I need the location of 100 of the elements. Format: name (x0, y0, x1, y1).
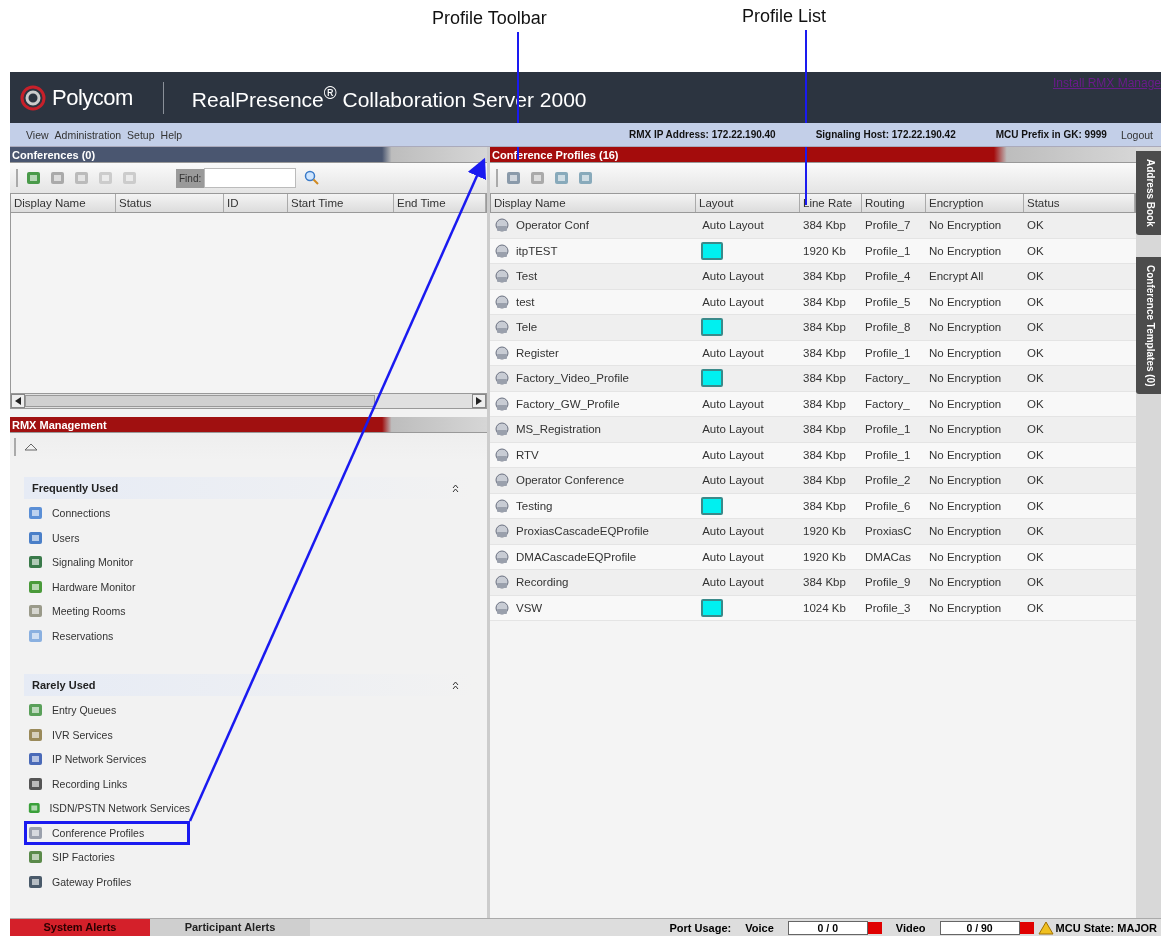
table-cell-text: Auto Layout (701, 346, 765, 359)
table-cell: Factory_GW_Profile (490, 395, 695, 412)
table-cell-text: ProxiasC (864, 525, 913, 538)
table-cell-text: 384 Kbp (802, 499, 847, 512)
table-cell-text: Auto Layout (701, 525, 765, 538)
table-cell-text: Auto Layout (701, 550, 765, 563)
side-tab[interactable]: Conference Templates (0) (1136, 256, 1161, 395)
nav-item[interactable]: Reservations (24, 623, 190, 648)
column-header[interactable]: Layout (696, 194, 800, 212)
table-cell-text: Profile_5 (864, 295, 912, 308)
table-cell-text: 384 Kbp (802, 423, 847, 436)
alert-tab[interactable]: System Alerts (10, 919, 150, 936)
table-cell-text: Factory_ (864, 372, 911, 385)
nav-item[interactable]: Signaling Monitor (24, 550, 190, 575)
nav-item[interactable]: Hardware Monitor (24, 574, 190, 599)
table-cell-text: Auto Layout (701, 423, 765, 436)
table-cell-text: OK (1026, 576, 1045, 589)
table-cell-text: OK (1026, 448, 1045, 461)
table-cell-text: Profile_7 (864, 219, 912, 232)
annotation-label: Profile List (742, 6, 827, 27)
table-cell-text: 384 Kbp (802, 346, 847, 359)
status-label: Video (895, 921, 926, 934)
panel-title: RMX Management (10, 417, 487, 433)
table-cell-text: Factory_ (864, 397, 911, 410)
table-cell-text: 384 Kbp (802, 270, 847, 283)
table-cell-text: DMACas (864, 550, 912, 563)
logout-link[interactable]: Logout (1120, 128, 1153, 141)
table-cell: Tele (490, 319, 695, 336)
table-cell-text: Encrypt All (928, 270, 985, 283)
nav-item[interactable]: Recording Links (24, 771, 190, 796)
table-cell-text: 384 Kbp (802, 397, 847, 410)
table-cell-text: OK (1026, 295, 1045, 308)
table-cell-text: No Encryption (928, 423, 1003, 436)
column-header[interactable]: Display Name (491, 194, 696, 212)
column-header[interactable]: Line Rate (800, 194, 862, 212)
table-cell-text: OK (1026, 346, 1045, 359)
horizontal-scrollbar[interactable] (10, 393, 487, 409)
menu-item[interactable]: Setup (127, 128, 155, 141)
menu-item[interactable]: Help (160, 128, 183, 141)
column-header[interactable]: Encryption (926, 194, 1024, 212)
warning-icon (1037, 920, 1054, 935)
table-cell: Operator Conf (490, 217, 695, 234)
table-cell-text: OK (1026, 321, 1045, 334)
table-cell-text: OK (1026, 550, 1045, 563)
scroll-right-button[interactable] (472, 394, 486, 408)
nav-item[interactable]: Gateway Profiles (24, 869, 190, 894)
table-cell-text: OK (1026, 499, 1045, 512)
mcu-state: MCU State: MAJOR (1055, 921, 1157, 934)
table-cell-text: 384 Kbp (802, 219, 847, 232)
table-cell-text: 384 Kbp (802, 321, 847, 334)
table-cell-text: Profile_4 (864, 270, 912, 283)
table-cell-text: 384 Kbp (802, 448, 847, 461)
table-cell-text: No Encryption (928, 372, 1003, 385)
table-cell-text: OK (1026, 219, 1045, 232)
table-cell: Recording (490, 574, 695, 591)
table-cell-text: 384 Kbp (802, 295, 847, 308)
nav-item[interactable]: ISDN/PSTN Network Services (24, 796, 190, 821)
nav-item[interactable]: Connections (24, 501, 190, 526)
table-cell-text: Profile_1 (864, 448, 912, 461)
column-header[interactable]: Routing (862, 194, 926, 212)
table-cell-text: 384 Kbp (802, 372, 847, 385)
alert-tab[interactable]: Participant Alerts (150, 919, 310, 936)
nav-item[interactable]: Conference Profiles (24, 820, 190, 845)
table-cell-text: 1920 Kb (802, 525, 847, 538)
nav-item[interactable]: SIP Factories (24, 845, 190, 870)
scroll-left-button[interactable] (11, 394, 25, 408)
column-header[interactable]: ID (224, 194, 288, 212)
status-label: Port Usage: (669, 921, 732, 934)
nav-item[interactable]: Entry Queues (24, 698, 190, 723)
table-cell-text: Profile_2 (864, 474, 912, 487)
collapse-icon[interactable] (24, 443, 38, 451)
nav-item[interactable]: Users (24, 525, 190, 550)
usage-meter: 0 / 90 (939, 920, 1020, 935)
column-header[interactable]: Display Name (11, 194, 116, 212)
table-cell: test (490, 293, 695, 310)
table-cell-text: No Encryption (928, 448, 1003, 461)
side-tab[interactable]: Address Book (1136, 151, 1161, 235)
collapse-icon[interactable] (452, 483, 459, 493)
menu-item[interactable]: Administration (54, 128, 122, 141)
nav-item[interactable]: IVR Services (24, 722, 190, 747)
scroll-thumb[interactable] (25, 395, 375, 407)
nav-item[interactable]: IP Network Services (24, 747, 190, 772)
table-cell: Register (490, 344, 695, 361)
table-cell-text: Profile_3 (864, 601, 912, 614)
column-header[interactable]: Status (116, 194, 224, 212)
menu-item[interactable]: View (26, 128, 49, 141)
column-header[interactable]: Start Time (288, 194, 394, 212)
find-field[interactable] (204, 168, 297, 188)
column-header[interactable]: End Time (394, 194, 486, 212)
annotation-label: Profile Toolbar (432, 8, 547, 29)
collapse-icon[interactable] (452, 680, 459, 690)
nav-item[interactable]: Meeting Rooms (24, 599, 190, 624)
table-cell-text: OK (1026, 244, 1045, 257)
column-header[interactable]: Status (1024, 194, 1135, 212)
table-cell: ProxiasCascadeEQProfile (490, 523, 695, 540)
search-icon[interactable] (304, 170, 321, 186)
table-cell-text: No Encryption (928, 601, 1003, 614)
table-cell: Test (490, 268, 695, 285)
table-cell-text: 1024 Kb (802, 601, 847, 614)
table-cell-text: Auto Layout (701, 448, 765, 461)
